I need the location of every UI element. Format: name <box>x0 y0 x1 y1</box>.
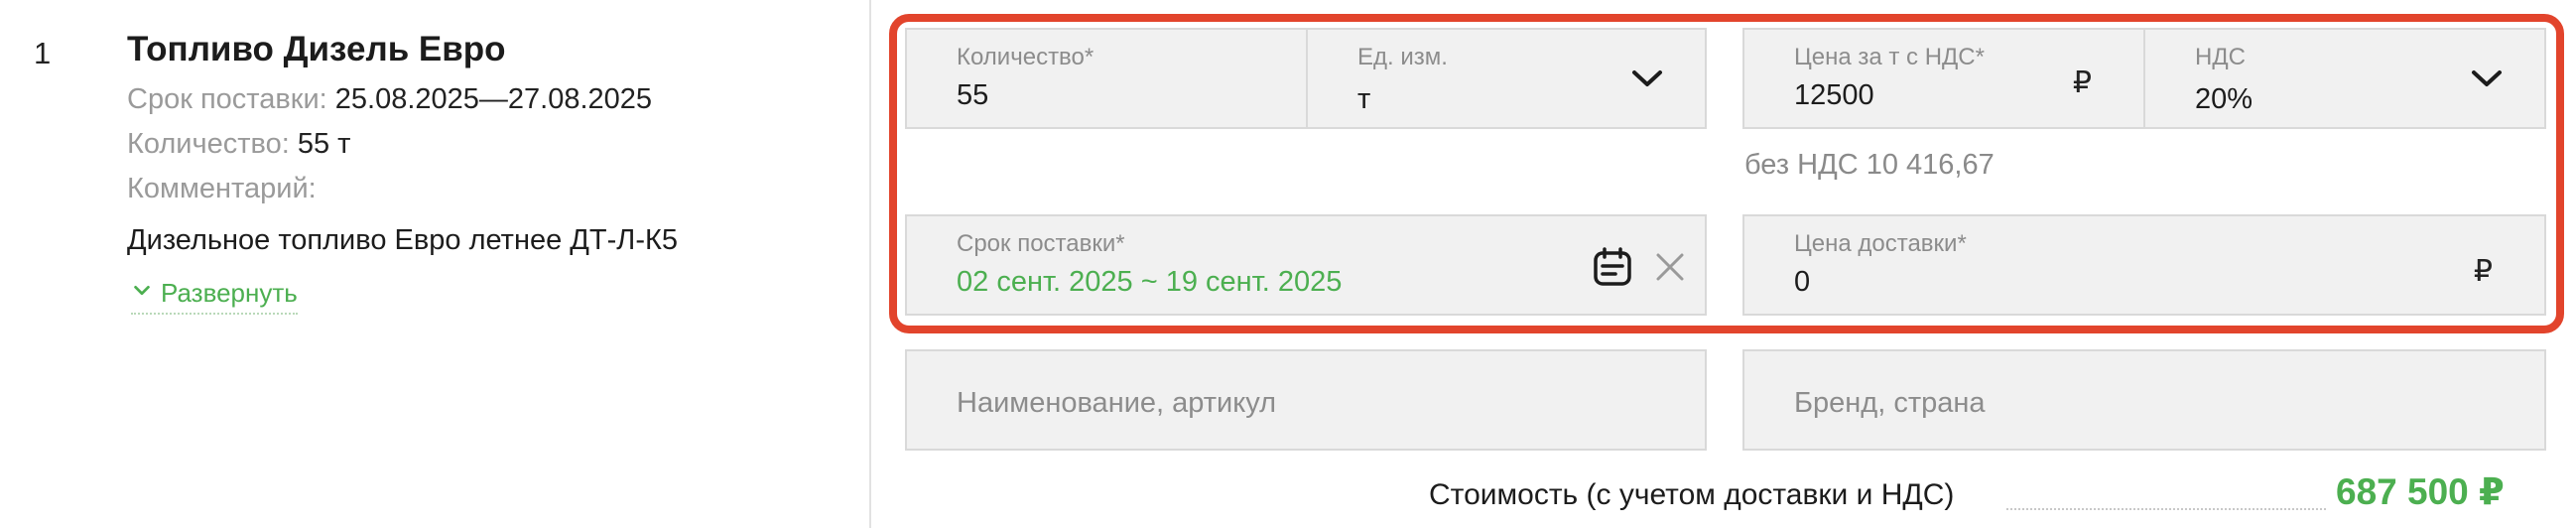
expand-link[interactable]: Развернуть <box>131 278 298 315</box>
delivery-period-value[interactable]: 02 сент. 2025 ~ 19 сент. 2025 <box>957 266 1342 299</box>
item-number: 1 <box>34 36 52 70</box>
vat-select[interactable]: НДС 20% <box>2143 28 2546 129</box>
unit-select-value: т <box>1357 83 1371 115</box>
comment-text: Дизельное топливо Евро летнее ДТ-Л-К5 <box>127 224 678 256</box>
delivery-period-field[interactable]: Срок поставки* 02 сент. 2025 ~ 19 сент. … <box>905 214 1707 316</box>
chevron-down-icon[interactable] <box>1629 64 1665 93</box>
delivery-date-label: Срок поставки: <box>127 83 327 115</box>
column-divider <box>869 0 871 528</box>
ruble-icon: ₽ <box>2072 66 2092 99</box>
expand-link-label: Развернуть <box>161 278 298 308</box>
quantity-info-value: 55 т <box>297 128 351 160</box>
quantity-line: Количество: 55 т <box>127 128 350 161</box>
calendar-icon[interactable] <box>1592 246 1633 288</box>
delivery-price-label: Цена доставки* <box>1794 230 1967 257</box>
price-field-label: Цена за т с НДС* <box>1794 44 1985 70</box>
total-cost-label: Стоимость (с учетом доставки и НДС) <box>1429 478 1955 511</box>
quantity-field-label: Количество* <box>957 44 1095 70</box>
ruble-icon: ₽ <box>2473 255 2493 288</box>
delivery-date-line: Срок поставки: 25.08.2025—27.08.2025 <box>127 83 652 116</box>
comment-label: Комментарий: <box>127 173 317 204</box>
comment-line: Комментарий: <box>127 173 317 205</box>
quantity-info-label: Количество: <box>127 128 290 160</box>
vat-select-value: 20% <box>2195 83 2254 115</box>
product-title: Топливо Дизель Евро <box>127 30 506 68</box>
name-article-input[interactable]: Наименование, артикул <box>905 349 1707 451</box>
unit-select[interactable]: Ед. изм. т <box>1306 28 1707 129</box>
brand-country-input[interactable]: Бренд, страна <box>1742 349 2546 451</box>
chevron-down-icon <box>131 278 153 309</box>
delivery-price-value[interactable]: 0 <box>1794 266 1810 299</box>
quantity-field-value[interactable]: 55 <box>957 79 988 112</box>
clear-icon[interactable] <box>1653 250 1687 284</box>
total-cost-value: 687 500 ₽ <box>2336 471 2505 512</box>
delivery-price-field[interactable]: Цена доставки* 0 ₽ <box>1742 214 2546 316</box>
quantity-field[interactable]: Количество* 55 <box>905 28 1308 129</box>
price-field-value[interactable]: 12500 <box>1794 79 1874 112</box>
name-article-placeholder: Наименование, артикул <box>957 387 1277 419</box>
delivery-period-label: Срок поставки* <box>957 230 1125 257</box>
brand-country-placeholder: Бренд, страна <box>1794 387 1986 419</box>
vat-select-label: НДС <box>2195 44 2246 70</box>
unit-select-label: Ед. изм. <box>1357 44 1448 70</box>
price-field[interactable]: Цена за т с НДС* 12500 ₽ <box>1742 28 2145 129</box>
price-without-vat: без НДС 10 416,67 <box>1744 149 1995 181</box>
chevron-down-icon[interactable] <box>2469 64 2505 93</box>
dotted-leader <box>2006 508 2326 510</box>
delivery-date-value: 25.08.2025—27.08.2025 <box>334 83 653 115</box>
